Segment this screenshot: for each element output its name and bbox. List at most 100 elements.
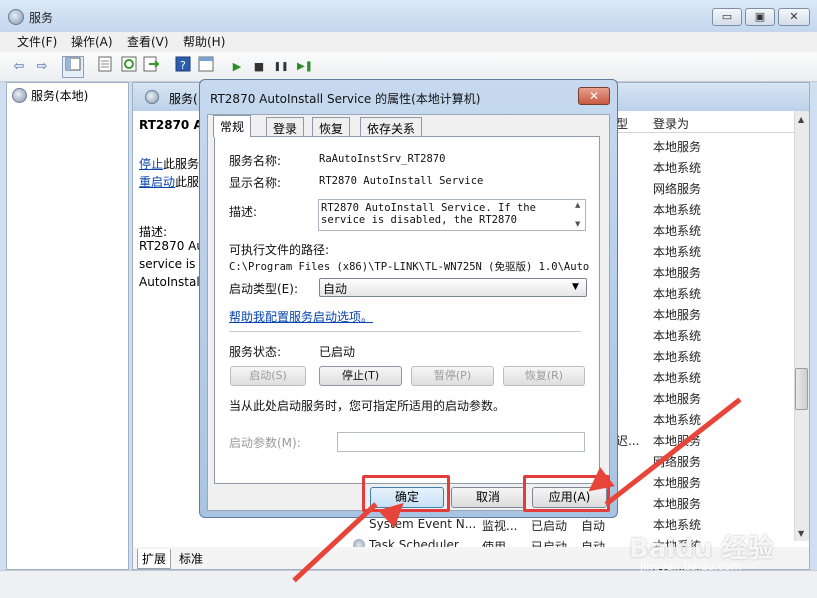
baidu-watermark-url: jingyan.baidu.com: [640, 560, 742, 573]
menu-action[interactable]: 操作(A): [71, 33, 113, 50]
description-line-2: service is d: [139, 257, 207, 271]
menu-view[interactable]: 查看(V): [127, 33, 169, 50]
console-tree-icon[interactable]: [62, 56, 84, 78]
description-label: 描述:: [139, 225, 168, 239]
services-node-icon: [12, 88, 27, 103]
service-status-value: 已启动: [319, 345, 356, 359]
back-icon[interactable]: ⇦: [8, 56, 30, 78]
menu-file[interactable]: 文件(F): [17, 33, 57, 50]
tab-recovery[interactable]: 恢复: [312, 117, 351, 137]
close-window-button[interactable]: ✕: [778, 8, 810, 26]
row-status: 已启动: [531, 519, 568, 533]
pause-button[interactable]: 暂停(P): [411, 366, 494, 386]
console-icon[interactable]: [195, 56, 217, 78]
resume-button[interactable]: 恢复(R): [503, 366, 585, 386]
console-tree-pane: 服务(本地): [6, 82, 129, 570]
start-params-hint: 当从此处启动服务时，您可指定所适用的启动参数。: [229, 399, 506, 413]
minimize-button[interactable]: ▭: [712, 8, 742, 26]
refresh-icon[interactable]: [118, 56, 140, 78]
column-header-logon[interactable]: 登录为: [653, 115, 689, 132]
scroll-up-icon[interactable]: ▲: [798, 115, 804, 124]
tree-node-services-local[interactable]: 服务(本地): [31, 87, 88, 104]
logon-cell: 本地系统: [653, 350, 702, 364]
export-icon[interactable]: [140, 56, 162, 78]
window-titlebar: 服务 ▭ ▣ ✕: [0, 0, 817, 32]
stop-service-text: 此服务: [163, 157, 200, 171]
general-tab-page: 服务名称: RaAutoInstSrv_RT2870 显示名称: RT2870 …: [214, 136, 600, 484]
restart-service-text: 此服: [175, 175, 200, 189]
startup-type-label: 启动类型(E):: [229, 282, 298, 296]
properties-icon[interactable]: [94, 56, 116, 78]
logon-cell: 本地系统: [653, 161, 702, 175]
services-header-icon: [145, 90, 159, 104]
logon-cell: 本地系统: [653, 224, 702, 238]
scroll-up-icon[interactable]: ▲: [575, 201, 580, 209]
toolbar: ⇦ ⇨ ? ▶ ■ ❚❚ ▶❚: [0, 52, 817, 82]
logon-cell: 网络服务: [653, 182, 702, 196]
column-header-row: 型 登录为: [616, 111, 794, 133]
logon-cell: 本地服务: [653, 266, 702, 280]
scroll-down-icon[interactable]: ▼: [575, 220, 580, 228]
window-title: 服务: [29, 11, 54, 25]
row-service-name: System Event N...: [369, 517, 477, 531]
logon-cell: 本地系统: [653, 329, 702, 343]
help-icon[interactable]: ?: [172, 56, 194, 78]
description-label: 描述:: [229, 205, 258, 219]
startup-type-value: 自动: [323, 282, 348, 296]
cancel-button[interactable]: 取消: [451, 487, 525, 508]
tab-extended[interactable]: 扩展: [137, 549, 172, 569]
scrollbar-thumb[interactable]: [795, 368, 808, 410]
start-params-input[interactable]: [337, 432, 585, 452]
pane-header-title: 服务(: [169, 92, 198, 106]
logon-cell: 本地服务: [653, 308, 702, 322]
description-line-1: RT2870 Au: [139, 239, 204, 253]
exe-path-label: 可执行文件的路径:: [229, 243, 330, 257]
help-configure-link[interactable]: 帮助我配置服务启动选项。: [229, 308, 373, 325]
logon-cell: 本地系统: [653, 413, 702, 427]
description-line-1: RT2870 AutoInstall Service. If the: [321, 202, 536, 214]
display-name-label: 显示名称:: [229, 176, 282, 190]
stop-service-link[interactable]: 停止: [139, 157, 163, 171]
startup-type-select[interactable]: 自动 ▼: [319, 278, 587, 297]
logon-cell: 本地系统: [653, 287, 702, 301]
start-service-icon[interactable]: ▶: [226, 56, 248, 78]
tab-general[interactable]: 常规: [213, 115, 252, 137]
start-button[interactable]: 启动(S): [230, 366, 306, 386]
service-name-label: 服务名称:: [229, 154, 282, 168]
menu-help[interactable]: 帮助(H): [183, 33, 225, 50]
chevron-down-icon: ▼: [572, 282, 579, 292]
svg-text:?: ?: [180, 59, 186, 72]
stop-button[interactable]: 停止(T): [319, 366, 402, 386]
properties-dialog: RT2870 AutoInstall Service 的属性(本地计算机) ✕ …: [199, 79, 618, 518]
separator: [229, 331, 581, 332]
tab-dependencies[interactable]: 依存关系: [360, 117, 423, 137]
menu-bar: 文件(F) 操作(A) 查看(V) 帮助(H): [0, 32, 817, 52]
restart-service-line: 重启动此服: [139, 173, 199, 190]
row-startup: 自动: [581, 519, 606, 533]
stop-service-icon[interactable]: ■: [248, 56, 270, 78]
logon-cell: 本地系统: [653, 245, 702, 259]
pause-service-icon[interactable]: ❚❚: [270, 56, 292, 78]
startup-type-partial: 迟...: [616, 434, 640, 448]
logon-cell: 本地系统: [653, 371, 702, 385]
tab-standard[interactable]: 标准: [175, 550, 207, 567]
logon-cell: 本地系统: [653, 203, 702, 217]
dialog-close-button[interactable]: ✕: [578, 87, 610, 105]
dialog-body: 常规 登录 恢复 依存关系 服务名称: RaAutoInstSrv_RT2870…: [207, 114, 610, 511]
tab-logon[interactable]: 登录: [266, 117, 305, 137]
service-status-label: 服务状态:: [229, 345, 282, 359]
logon-cell: 本地服务: [653, 476, 702, 490]
restore-button[interactable]: ▣: [745, 8, 775, 26]
display-name-value: RT2870 AutoInstall Service: [319, 175, 484, 187]
forward-icon[interactable]: ⇨: [31, 56, 53, 78]
restart-service-icon[interactable]: ▶❚: [294, 56, 316, 78]
scroll-down-icon[interactable]: ▼: [798, 529, 804, 538]
logon-cell: 本地服务: [653, 392, 702, 406]
start-params-label: 启动参数(M):: [229, 436, 301, 450]
description-line-3: AutoInstall: [139, 275, 203, 289]
restart-service-link[interactable]: 重启动: [139, 175, 175, 189]
logon-cell: 本地服务: [653, 140, 702, 154]
description-box[interactable]: RT2870 AutoInstall Service. If the servi…: [318, 199, 586, 231]
row-description: 监视...: [482, 519, 518, 533]
vertical-scrollbar[interactable]: ▲ ▼: [794, 111, 809, 541]
